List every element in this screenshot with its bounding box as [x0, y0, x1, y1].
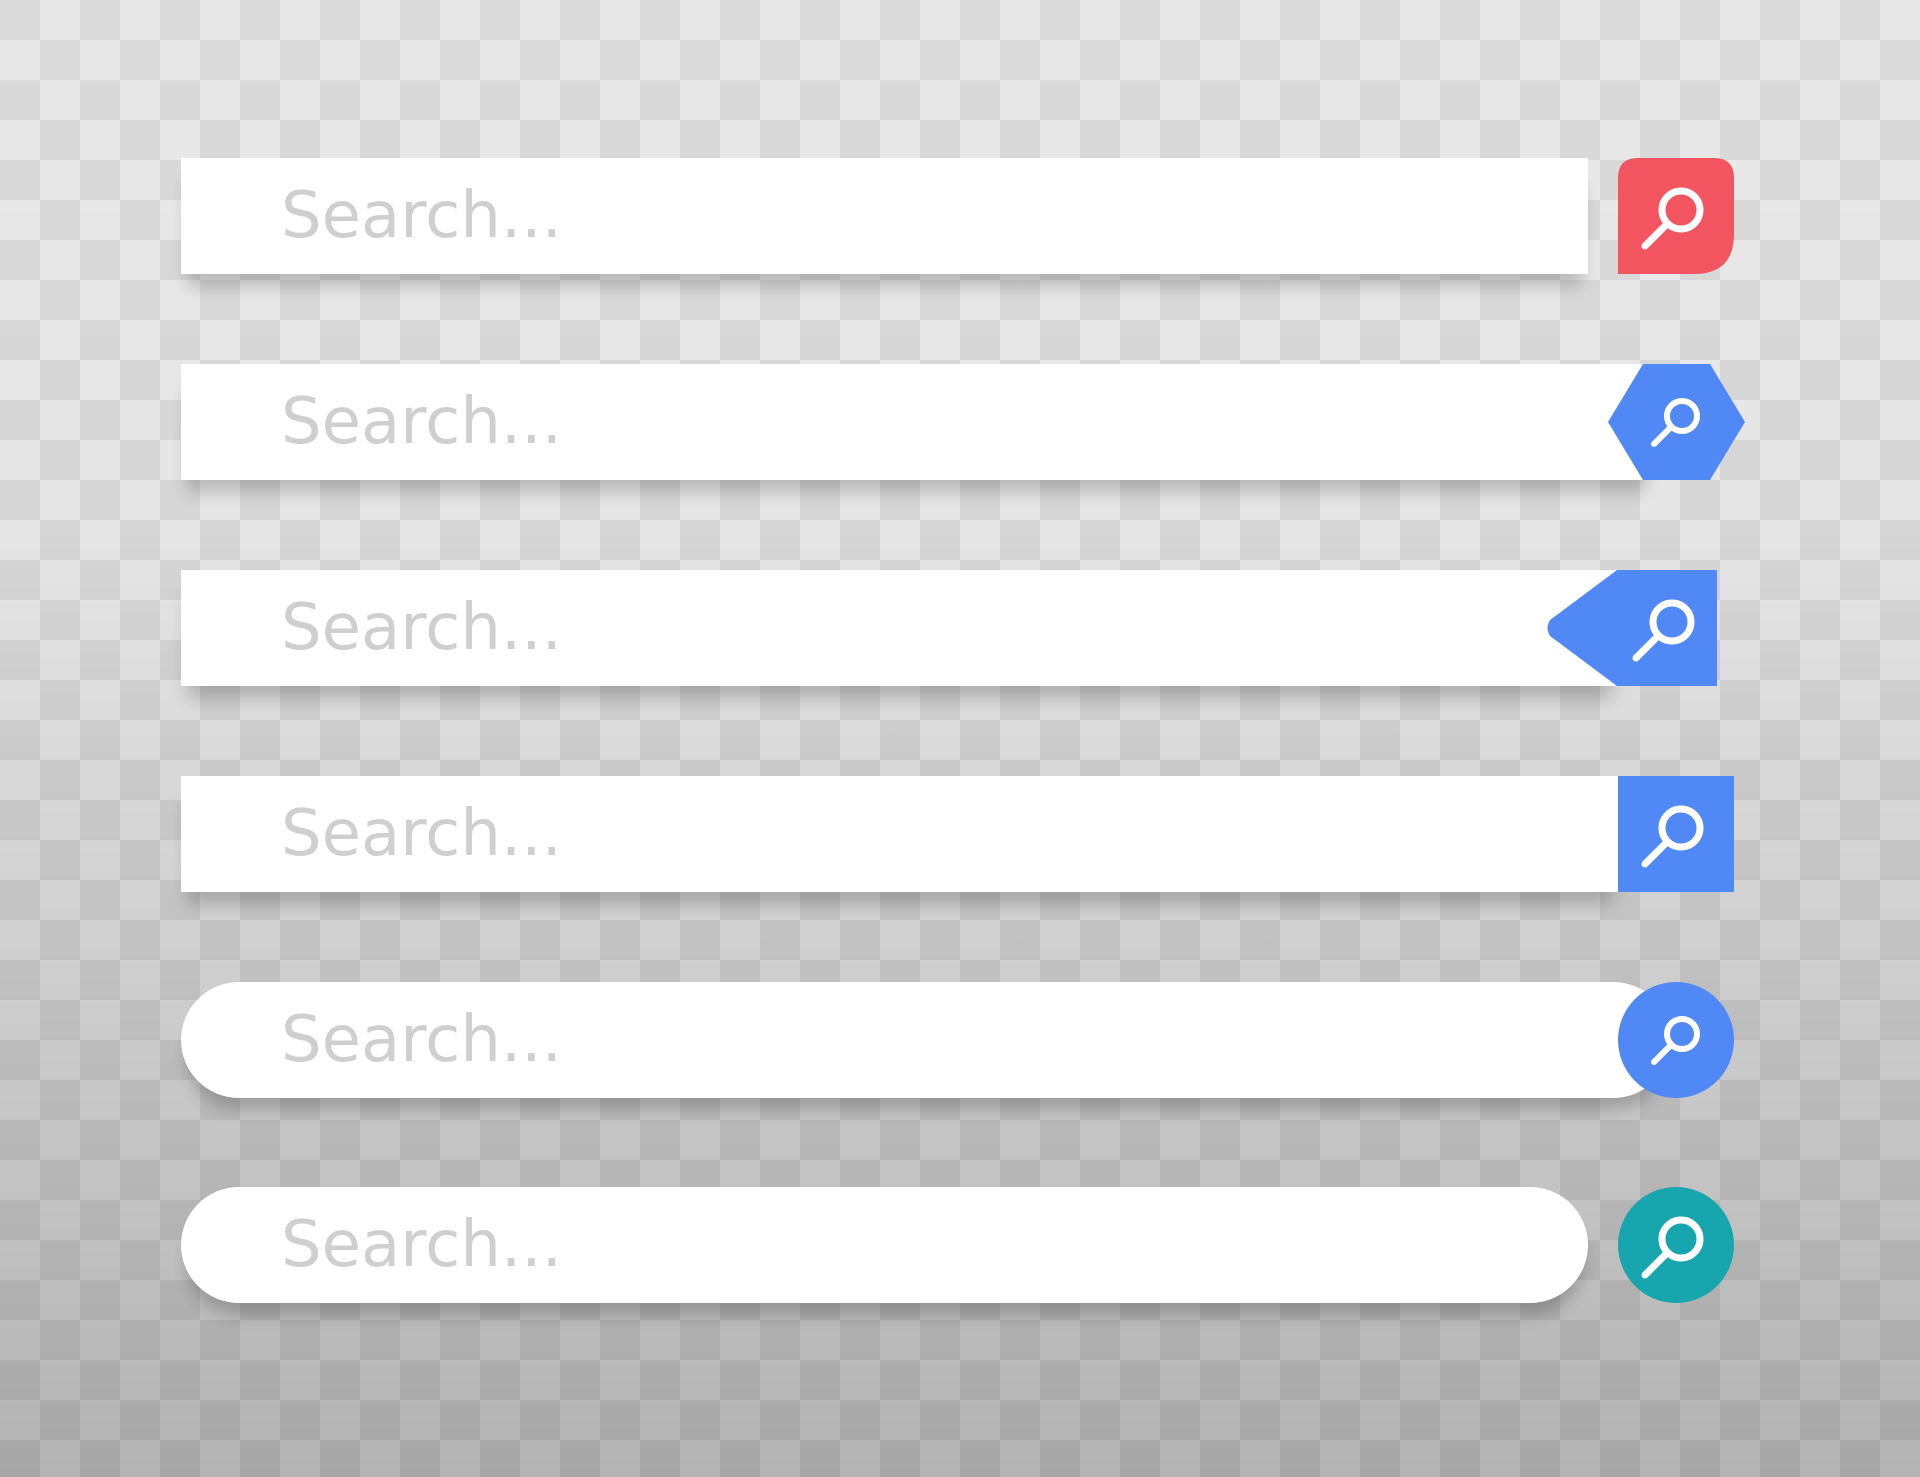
search-bar-5: Search...	[181, 982, 1746, 1098]
search-button[interactable]	[1618, 776, 1734, 892]
search-icon	[1608, 364, 1745, 480]
search-icon	[1618, 1187, 1734, 1303]
search-bar-3: Search...	[181, 570, 1746, 686]
search-bar-6: Search...	[181, 1187, 1746, 1303]
search-icon	[1547, 570, 1717, 686]
search-placeholder: Search...	[281, 591, 562, 665]
button-background	[1618, 776, 1734, 892]
search-bar-4: Search...	[181, 776, 1746, 892]
search-button[interactable]	[1618, 1187, 1734, 1303]
search-placeholder: Search...	[281, 1003, 562, 1077]
search-bar-2: Search...	[181, 364, 1746, 480]
search-placeholder: Search...	[281, 1208, 562, 1282]
search-input[interactable]: Search...	[181, 776, 1618, 892]
button-background	[1618, 158, 1734, 274]
search-icon	[1618, 158, 1734, 274]
search-placeholder: Search...	[281, 179, 562, 253]
button-background	[1608, 364, 1745, 480]
search-input[interactable]: Search...	[181, 570, 1618, 686]
search-bar-1: Search...	[181, 158, 1746, 274]
button-background	[1618, 982, 1734, 1098]
search-placeholder: Search...	[281, 385, 562, 459]
search-input[interactable]: Search...	[181, 982, 1671, 1098]
search-button[interactable]	[1618, 158, 1734, 274]
search-input[interactable]: Search...	[181, 1187, 1588, 1303]
search-icon	[1618, 776, 1734, 892]
button-background	[1618, 1187, 1734, 1303]
search-button[interactable]	[1545, 570, 1717, 686]
search-icon	[1618, 982, 1734, 1098]
search-input[interactable]: Search...	[181, 158, 1588, 274]
search-button[interactable]	[1618, 982, 1734, 1098]
search-placeholder: Search...	[281, 797, 562, 871]
search-input[interactable]: Search...	[181, 364, 1651, 480]
search-button[interactable]	[1608, 364, 1745, 480]
